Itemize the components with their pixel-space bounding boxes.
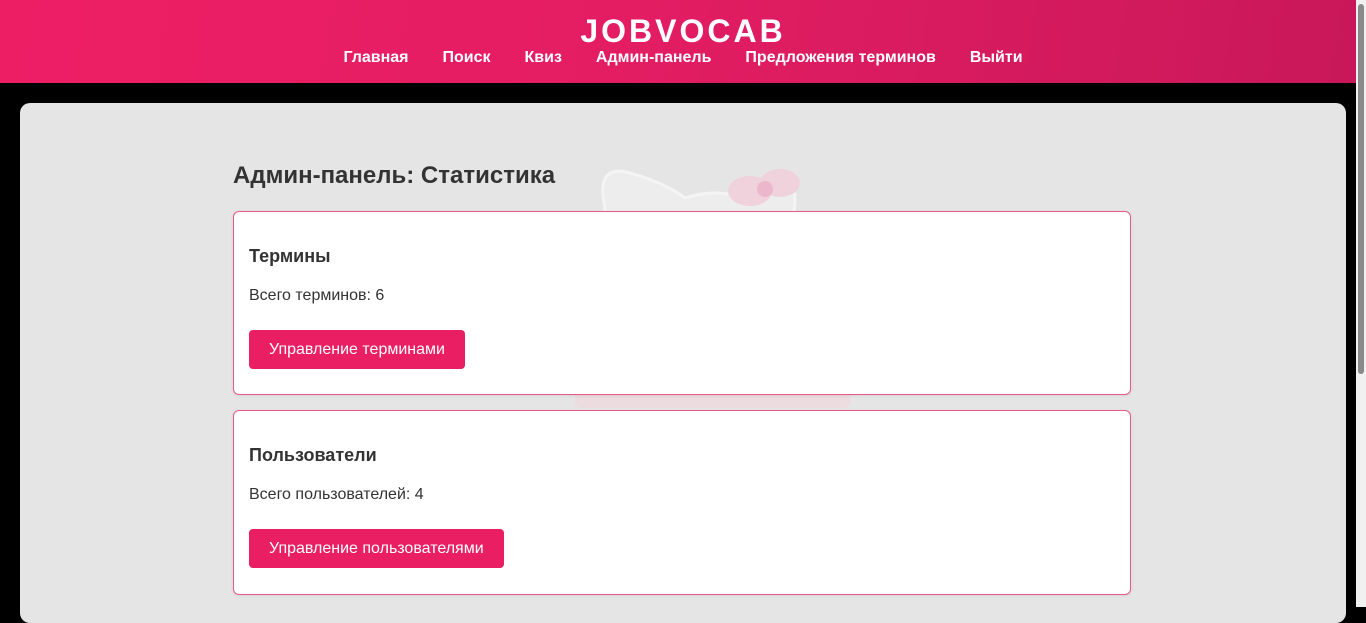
page-title: Админ-панель: Статистика — [233, 162, 556, 189]
terms-card-heading: Термины — [249, 246, 331, 266]
users-stats-card: Пользователи Всего пользователей: 4 Упра… — [233, 410, 1131, 595]
manage-terms-button[interactable]: Управление терминами — [249, 330, 465, 369]
nav-link-home[interactable]: Главная — [343, 48, 408, 68]
main-nav: Главная Поиск Квиз Админ-панель Предложе… — [0, 48, 1366, 68]
site-logo[interactable]: JOBVOCAB — [0, 12, 1366, 50]
page-scrollbar[interactable] — [1356, 0, 1366, 607]
scrollbar-thumb[interactable] — [1358, 4, 1364, 374]
nav-link-search[interactable]: Поиск — [443, 48, 491, 68]
terms-total-count: Всего терминов: 6 — [249, 287, 385, 304]
nav-link-logout[interactable]: Выйти — [970, 48, 1023, 68]
nav-link-term-suggestions[interactable]: Предложения терминов — [745, 48, 935, 68]
users-card-heading: Пользователи — [249, 445, 377, 465]
nav-link-quiz[interactable]: Квиз — [525, 48, 562, 68]
manage-users-button[interactable]: Управление пользователями — [249, 529, 504, 568]
users-total-count: Всего пользователей: 4 — [249, 486, 424, 503]
site-header: JOBVOCAB Главная Поиск Квиз Админ-панель… — [0, 0, 1366, 83]
terms-stats-card: Термины Всего терминов: 6 Управление тер… — [233, 211, 1131, 395]
main-content-panel: Админ-панель: Статистика Термины Всего т… — [20, 103, 1346, 623]
nav-link-admin-panel[interactable]: Админ-панель — [596, 48, 712, 68]
